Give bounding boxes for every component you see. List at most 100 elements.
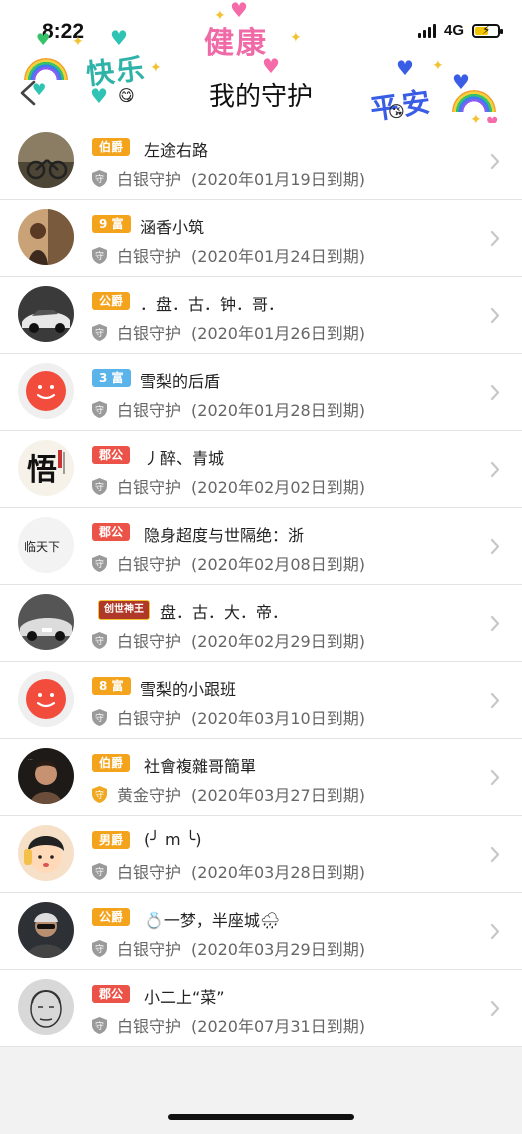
user-name: 左途右路 (144, 141, 209, 160)
list-item[interactable]: 悟 郡公 丿醉、青城 守 白银守护 (2020年02月02日到期) (0, 431, 522, 508)
sparkle-icon: ✦ (432, 58, 444, 74)
silver-guard-icon: 守 (92, 478, 107, 495)
chevron-right-icon (490, 461, 500, 478)
guard-info: 白银守护 (2020年01月24日到期) (117, 243, 365, 267)
expiry-date: (2020年03月28日到期) (191, 863, 365, 882)
list-item[interactable]: 创世神王 盘．古．大．帝． 守 白银守护 (2020年02月29日到期) (0, 585, 522, 662)
list-item[interactable]: 临天下 郡公 隐身超度与世隔绝：浙 守 白银守护 (2020年02月08日到期) (0, 508, 522, 585)
list-item[interactable]: 公爵 💍一梦，半座城🌧 守 白银守护 (2020年03月29日到期) (0, 893, 522, 970)
guard-type: 白银守护 (117, 863, 182, 882)
list-item[interactable]: 公爵 ．盘．古．钟．哥． 守 白银守护 (2020年01月26日到期) (0, 277, 522, 354)
level-badge: 伯爵 (92, 138, 131, 156)
chevron-right-icon (490, 692, 500, 709)
svg-text:守: 守 (95, 481, 104, 493)
avatar (18, 132, 74, 188)
expiry-date: (2020年07月31日到期) (191, 1017, 365, 1036)
guard-info: 白银守护 (2020年01月19日到期) (117, 166, 365, 190)
level-badge: 郡公 (92, 446, 131, 464)
svg-text:守: 守 (95, 404, 104, 416)
guard-info: 白银守护 (2020年02月02日到期) (117, 474, 365, 498)
expiry-date: (2020年02月29日到期) (191, 632, 365, 651)
sparkle-icon: ✦ (290, 30, 302, 46)
gold-guard-icon: 守 (92, 786, 107, 803)
chevron-right-icon (490, 923, 500, 940)
avatar (18, 979, 74, 1035)
svg-text:守: 守 (95, 712, 104, 724)
list-item[interactable]: 郡公 小二上“菜” 守 白银守护 (2020年07月31日到期) (0, 970, 522, 1047)
svg-text:临天下: 临天下 (24, 540, 60, 554)
avatar (18, 363, 74, 419)
user-name: ．盘．古．钟．哥． (140, 295, 285, 314)
expiry-date: (2020年03月29日到期) (191, 940, 365, 959)
user-name: (╯ m ╰) (144, 830, 202, 849)
silver-guard-icon: 守 (92, 709, 107, 726)
silver-guard-icon: 守 (92, 555, 107, 572)
level-badge: 伯爵 (92, 754, 131, 772)
guard-info: 白银守护 (2020年01月26日到期) (117, 320, 365, 344)
user-name: 雪梨的小跟班 (140, 680, 237, 699)
chevron-right-icon (490, 846, 500, 863)
user-name: 隐身超度与世隔绝：浙 (144, 526, 305, 545)
svg-text:悟: 悟 (27, 453, 57, 488)
silver-guard-icon: 守 (92, 324, 107, 341)
avatar (18, 671, 74, 727)
chevron-right-icon (490, 538, 500, 555)
expiry-date: (2020年01月28日到期) (191, 401, 365, 420)
svg-text:守: 守 (95, 1020, 104, 1032)
guard-info: 白银守护 (2020年03月28日到期) (117, 859, 365, 883)
network-type: 4G (443, 22, 464, 39)
user-name: 盘．古．大．帝． (160, 603, 289, 622)
svg-text:守: 守 (95, 866, 104, 878)
user-name: 💍一梦，半座城🌧 (144, 911, 281, 930)
level-badge: 公爵 (92, 292, 131, 310)
guard-type: 白银守护 (117, 401, 182, 420)
silver-guard-icon: 守 (92, 940, 107, 957)
svg-text:...: ... (28, 756, 33, 762)
avatar (18, 594, 74, 650)
user-name: 小二上“菜” (144, 988, 225, 1007)
heart-icon: ♥ (110, 26, 128, 50)
guardian-list: 伯爵 左途右路 守 白银守护 (2020年01月19日到期) 9 富 涵香小筑 守… (0, 123, 522, 1047)
guard-type: 白银守护 (117, 1017, 182, 1036)
sparkle-icon: ✦ (72, 34, 84, 50)
expiry-date: (2020年01月26日到期) (191, 324, 365, 343)
user-name: 涵香小筑 (140, 218, 205, 237)
svg-text:守: 守 (95, 789, 104, 801)
crown-badge: 创世神王 (98, 600, 150, 620)
expiry-date: (2020年03月27日到期) (191, 786, 365, 805)
guard-info: 白银守护 (2020年03月29日到期) (117, 936, 365, 960)
guard-type: 白银守护 (117, 940, 182, 959)
heart-icon: ♥ (36, 30, 51, 49)
silver-guard-icon: 守 (92, 401, 107, 418)
guard-type: 黄金守护 (117, 786, 182, 805)
list-item[interactable]: 3 富 雪梨的后盾 守 白银守护 (2020年01月28日到期) (0, 354, 522, 431)
chevron-right-icon (490, 153, 500, 170)
heart-icon: ♥ (486, 115, 499, 123)
expiry-date: (2020年01月24日到期) (191, 247, 365, 266)
level-badge: 8 富 (92, 677, 131, 695)
chevron-right-icon (490, 769, 500, 786)
expiry-date: (2020年01月19日到期) (191, 170, 365, 189)
list-item[interactable]: 8 富 雪梨的小跟班 守 白银守护 (2020年03月10日到期) (0, 662, 522, 739)
heart-icon: ♥ (230, 0, 248, 22)
silver-guard-icon: 守 (92, 170, 107, 187)
silver-guard-icon: 守 (92, 632, 107, 649)
home-indicator[interactable] (168, 1114, 354, 1120)
list-item[interactable]: 伯爵 左途右路 守 白银守护 (2020年01月19日到期) (0, 123, 522, 200)
guard-type: 白银守护 (117, 632, 182, 651)
level-badge: 郡公 (92, 985, 131, 1003)
avatar (18, 902, 74, 958)
avatar (18, 286, 74, 342)
heart-icon: ♥ (262, 54, 280, 78)
list-item[interactable]: 男爵 (╯ m ╰) 守 白银守护 (2020年03月28日到期) (0, 816, 522, 893)
level-badge: 公爵 (92, 908, 131, 926)
list-item[interactable]: ... 伯爵 社會複雜哥簡單 守 黄金守护 (2020年03月27日到期) (0, 739, 522, 816)
silver-guard-icon: 守 (92, 247, 107, 264)
svg-text:守: 守 (95, 250, 104, 262)
header: 8:22 4G ⚡ 快乐 健康 平安 ♥ ♥ ♥ ♥ ♥ ♥ ♥ ♥ ♥ 😋 😘… (0, 0, 522, 123)
guard-info: 白银守护 (2020年01月28日到期) (117, 397, 365, 421)
expiry-date: (2020年02月08日到期) (191, 555, 365, 574)
list-item[interactable]: 9 富 涵香小筑 守 白银守护 (2020年01月24日到期) (0, 200, 522, 277)
guard-info: 白银守护 (2020年03月10日到期) (117, 705, 365, 729)
svg-text:守: 守 (95, 327, 104, 339)
